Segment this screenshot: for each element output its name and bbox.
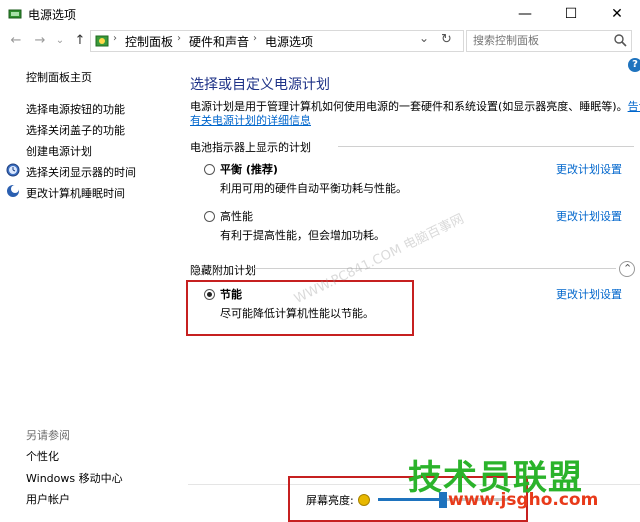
title-bar: 电源选项 — ☐ ✕ — [0, 0, 640, 28]
see-also-mobility-center[interactable]: Windows 移动中心 — [26, 470, 123, 486]
plan-balanced-change-link[interactable]: 更改计划设置 — [556, 161, 622, 177]
sidebar-item-sleep-time[interactable]: 更改计算机睡眠时间 — [26, 185, 125, 201]
minimize-button[interactable]: — — [502, 0, 548, 28]
plan-balanced-name[interactable]: 平衡 (推荐) — [220, 161, 278, 177]
breadcrumb-separator: › — [177, 33, 181, 44]
see-also-personalization[interactable]: 个性化 — [26, 448, 59, 464]
sidebar-item-display-off[interactable]: 选择关闭显示器的时间 — [26, 164, 136, 180]
chevron-up-icon: ⌃ — [623, 262, 633, 275]
learn-more-link-part1[interactable]: 告诉我 — [628, 100, 640, 113]
logo-url: www.jsgho.com — [448, 490, 599, 510]
see-also-user-accounts[interactable]: 用户帐户 — [26, 491, 70, 507]
up-button[interactable]: ↑ — [72, 32, 88, 50]
back-button[interactable]: ← — [8, 32, 24, 50]
plan-high-performance-desc: 有利于提高性能，但会增加功耗。 — [220, 229, 385, 242]
sidebar-item-lid-close[interactable]: 选择关闭盖子的功能 — [26, 122, 125, 138]
sidebar-item-create-plan[interactable]: 创建电源计划 — [26, 143, 92, 159]
plan-high-performance-change-link[interactable]: 更改计划设置 — [556, 208, 622, 224]
plan-high-performance-name[interactable]: 高性能 — [220, 208, 253, 224]
plan-power-saver-change-link[interactable]: 更改计划设置 — [556, 286, 622, 302]
control-panel-icon — [95, 35, 109, 47]
battery-plans-group-label: 电池指示器上显示的计划 — [190, 141, 311, 154]
page-heading: 选择或自定义电源计划 — [190, 77, 330, 93]
plan-high-performance-radio[interactable] — [204, 211, 215, 222]
help-button[interactable]: ? — [628, 58, 640, 72]
power-options-icon — [8, 9, 22, 19]
sidebar-home-link[interactable]: 控制面板主页 — [26, 69, 92, 85]
hidden-plans-group-label: 隐藏附加计划 — [190, 264, 256, 277]
group-divider — [338, 146, 634, 147]
collapse-hidden-plans-button[interactable]: ⌃ — [619, 261, 635, 277]
forward-button[interactable]: → — [32, 32, 48, 50]
window-title: 电源选项 — [28, 8, 77, 22]
close-button[interactable]: ✕ — [594, 0, 640, 28]
sidebar-item-power-button[interactable]: 选择电源按钮的功能 — [26, 101, 125, 117]
maximize-button[interactable]: ☐ — [548, 0, 594, 28]
see-also-heading: 另请参阅 — [26, 429, 70, 442]
refresh-button[interactable]: ↻ — [441, 32, 452, 47]
breadcrumb-separator: › — [253, 33, 257, 44]
learn-more-link[interactable]: 有关电源计划的详细信息 — [190, 112, 311, 128]
search-input[interactable] — [471, 33, 605, 48]
breadcrumb-hardware-sound[interactable]: 硬件和声音 — [189, 33, 249, 50]
address-bar[interactable]: › 控制面板 › 硬件和声音 › 电源选项 ⌄ ↻ — [90, 30, 464, 52]
group-divider — [254, 268, 616, 269]
sleep-moon-icon — [7, 185, 19, 197]
breadcrumb-power-options[interactable]: 电源选项 — [265, 33, 313, 50]
breadcrumb-control-panel[interactable]: 控制面板 — [125, 33, 173, 50]
plan-balanced-radio[interactable] — [204, 164, 215, 175]
search-box[interactable] — [466, 30, 632, 52]
address-dropdown-button[interactable]: ⌄ — [419, 31, 429, 45]
search-icon[interactable] — [613, 33, 627, 47]
breadcrumb-separator: › — [113, 33, 117, 44]
recent-locations-button[interactable]: ⌄ — [52, 32, 68, 50]
plan-balanced-desc: 利用可用的硬件自动平衡功耗与性能。 — [220, 182, 407, 195]
monitor-clock-icon — [6, 163, 20, 177]
